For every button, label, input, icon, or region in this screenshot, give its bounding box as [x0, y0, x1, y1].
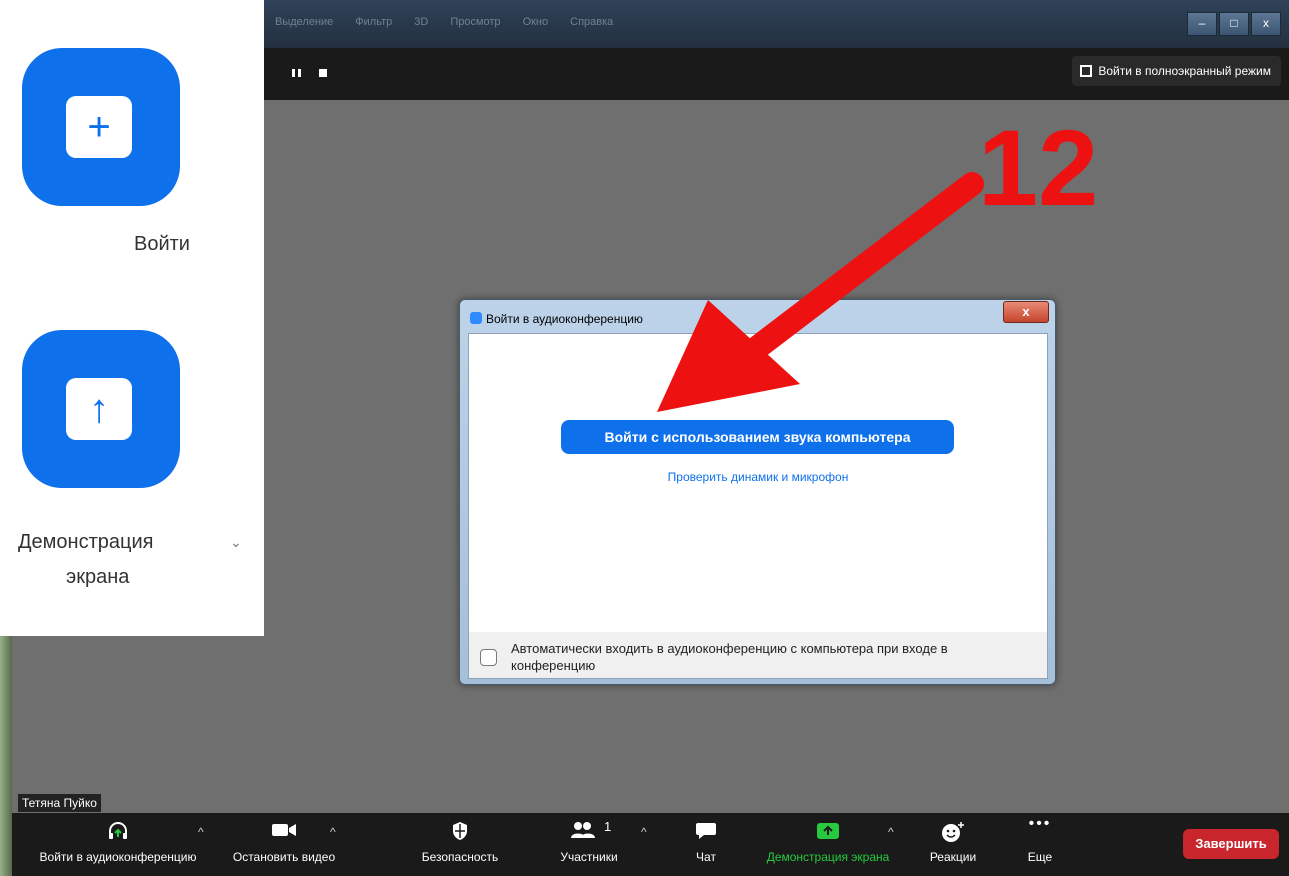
annotation-step-number: 12: [978, 107, 1099, 228]
